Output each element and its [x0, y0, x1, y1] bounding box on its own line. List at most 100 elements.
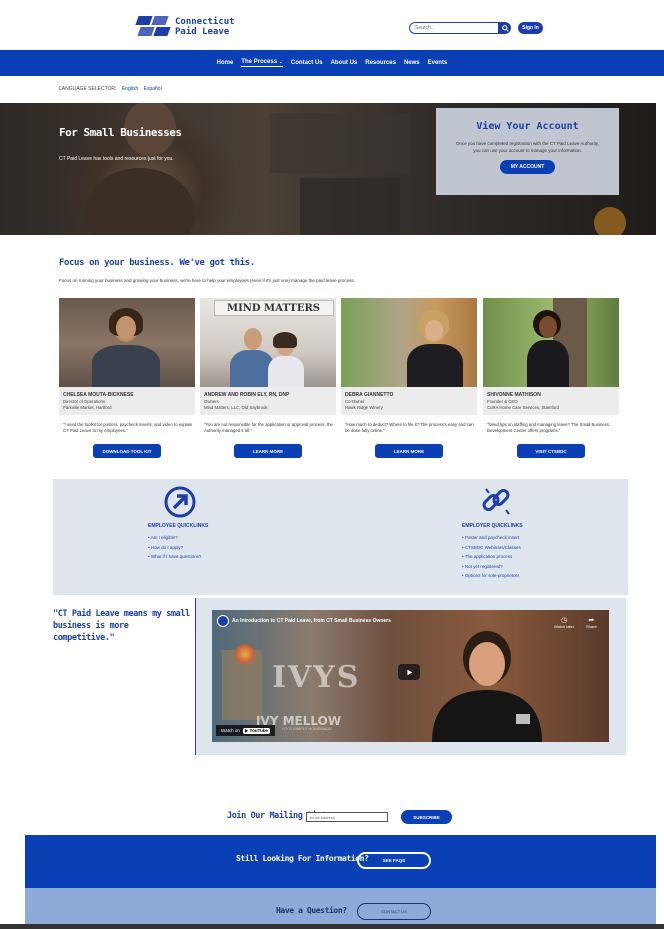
profile-photo	[341, 298, 477, 389]
watch-later-control[interactable]: ◷ Watch later	[554, 616, 574, 629]
profile-name: SHIVONNE MATHISON	[487, 392, 541, 398]
mind-matters-sign: MIND MATTERS	[214, 300, 334, 316]
share-icon: ➦	[588, 617, 595, 624]
nav-contact-us[interactable]: Contact Us	[291, 60, 323, 66]
profile-photo	[483, 298, 619, 389]
search-icon	[501, 24, 509, 32]
bottom-edge	[0, 924, 664, 929]
employee-quicklinks-list: Am I eligible? How do I apply? What if I…	[148, 533, 202, 562]
nav-resources[interactable]: Resources	[365, 60, 396, 66]
profile-card: SHIVONNE MATHISON Founder & CEO CuRA Hom…	[483, 298, 619, 461]
mind-matters-sign-text: MIND MATTERS	[227, 303, 321, 314]
subscribe-button[interactable]: SUBSCRIBE	[401, 810, 452, 824]
site-logo[interactable]: Connecticut Paid Leave	[135, 14, 235, 40]
watch-on-youtube-link[interactable]: Watch on ▶ YouTube	[216, 725, 276, 736]
video-flowers	[234, 644, 256, 664]
profile-quote: "I used the toolkit for posters, paychec…	[63, 422, 193, 433]
nav-the-process-label: The Process	[241, 59, 278, 65]
nav-events[interactable]: Events	[428, 60, 448, 66]
quicklink-am-i-eligible[interactable]: Am I eligible?	[148, 533, 201, 543]
profile-role: Director of Operations	[63, 399, 106, 404]
quicklink-application-process[interactable]: The application process	[462, 552, 521, 562]
contact-banner-text: Have a Question?	[276, 906, 347, 915]
watch-later-label: Watch later	[554, 624, 575, 629]
main-nav: Home The Process ⌄ Contact Us About Us R…	[0, 50, 664, 76]
nav-news[interactable]: News	[404, 60, 420, 66]
search-button[interactable]	[499, 22, 511, 34]
profile-name: DEBRA GIANNETTO	[345, 392, 394, 398]
quicklink-sole-proprietors[interactable]: Options for sole-proprietors	[462, 571, 521, 581]
profile-card: CHELSEA MOUTA-BICKNESE Director of Opera…	[59, 298, 195, 461]
hero-banner: For Small Businesses CT Paid Leave has t…	[0, 103, 656, 235]
learn-more-button[interactable]: LEARN MORE	[234, 444, 302, 458]
channel-avatar[interactable]	[217, 615, 229, 627]
account-description: Once you have completed registration wit…	[455, 141, 600, 153]
logo-text: Connecticut Paid Leave	[175, 17, 235, 37]
profile-card: MIND MATTERS ANDREW AND ROBIN ELY, RN, D…	[200, 298, 336, 461]
contact-us-button[interactable]: CONTACT US	[357, 903, 431, 920]
youtube-label: YouTube	[249, 727, 269, 733]
link-chain-icon	[482, 488, 510, 515]
language-spanish-link[interactable]: Español	[144, 86, 162, 92]
search-input[interactable]	[409, 22, 499, 34]
nav-the-process[interactable]: The Process ⌄	[241, 59, 283, 67]
profile-name: ANDREW AND ROBIN ELY, RN, DNP	[204, 392, 290, 398]
quicklink-poster-insert[interactable]: Poster and paycheck insert	[462, 533, 521, 543]
profile-role: Co-Owner	[345, 399, 365, 404]
profile-photo	[59, 298, 195, 389]
employer-quicklinks-title: EMPLOYER QUICKLINKS	[462, 523, 523, 529]
hero-title: For Small Businesses	[59, 126, 182, 139]
profile-quote: "How much to deduct? Where to file it? T…	[345, 422, 474, 433]
hero-subtitle: CT Paid Leave has tools and resources ju…	[59, 156, 174, 162]
quicklink-questions[interactable]: What if I have questions?	[148, 552, 202, 562]
logo-line-1: Connecticut	[175, 17, 235, 27]
faq-banner-text: Still Looking For Information?	[236, 854, 369, 863]
account-title: View Your Account	[476, 121, 579, 132]
testimonial-quote: "CT Paid Leave means my small business i…	[53, 609, 190, 643]
focus-description: Focus on running your business and growi…	[59, 278, 355, 283]
profile-org: CuRA Home Care Services, Stamford	[487, 405, 559, 410]
employee-quicklinks-title: EMPLOYEE QUICKLINKS	[148, 523, 209, 529]
email-field[interactable]	[306, 812, 388, 822]
quicklink-not-registered[interactable]: Not yet registered?	[462, 562, 521, 572]
clock-icon: ◷	[560, 617, 568, 624]
my-account-button[interactable]: MY ACCOUNT	[500, 160, 555, 174]
play-icon	[406, 669, 412, 675]
youtube-logo-icon: ▶ YouTube	[242, 727, 271, 734]
download-toolkit-button[interactable]: DOWNLOAD TOOL KIT	[93, 444, 161, 458]
video-shop-sign-3: IVY'S SIMPLY HOMEMADE	[282, 726, 332, 731]
video-title[interactable]: An Introduction to CT Paid Leave, from C…	[232, 618, 391, 624]
nav-about-us[interactable]: About Us	[331, 60, 358, 66]
share-control[interactable]: ➦ Share	[586, 616, 597, 629]
quicklink-how-do-i-apply[interactable]: How do I apply?	[148, 543, 201, 553]
nav-home[interactable]: Home	[217, 60, 234, 66]
focus-heading: Focus on your business. We've got this.	[59, 258, 255, 268]
profile-role: Founder & CEO	[487, 399, 518, 404]
language-label: LANGUAGE SELECTOR:	[59, 86, 117, 92]
visit-ctsbdc-button[interactable]: VISIT CTSBDC	[517, 444, 585, 458]
faq-banner: Still Looking For Information? SEE FAQS	[25, 835, 656, 888]
arrow-up-right-icon	[164, 486, 196, 518]
search-bar: Sign In	[409, 22, 543, 34]
quicklinks-panel: EMPLOYEE QUICKLINKS Am I eligible? How d…	[53, 479, 628, 595]
profile-card: DEBRA GIANNETTO Co-Owner Hawk Ridge Wine…	[341, 298, 477, 461]
profile-photo: MIND MATTERS	[200, 298, 336, 389]
profile-org: Hawk Ridge Winery	[345, 405, 383, 410]
learn-more-button[interactable]: LEARN MORE	[375, 444, 443, 458]
share-label: Share	[586, 624, 597, 629]
see-faqs-button[interactable]: SEE FAQS	[357, 852, 431, 869]
watch-on-label: Watch on	[221, 728, 240, 733]
play-button[interactable]	[398, 664, 420, 680]
video-player[interactable]: IVYS IVY MELLOW IVY'S SIMPLY HOMEMADE An…	[212, 610, 609, 742]
video-panel: IVYS IVY MELLOW IVY'S SIMPLY HOMEMADE An…	[195, 598, 626, 755]
profile-org: Mind Matters, LLC, Old Saybrook	[204, 405, 268, 410]
profile-quote: "You are not responsible for the applica…	[204, 422, 333, 433]
sign-in-button[interactable]: Sign In	[518, 22, 543, 34]
profile-org: Parkville Market, Hartford	[63, 405, 112, 410]
language-english-link[interactable]: English	[122, 86, 138, 92]
profile-role: Owners	[204, 399, 219, 404]
quicklink-ctsbdc-webinars[interactable]: CTSBDC Webinars/Classes	[462, 543, 521, 553]
video-woman	[432, 631, 542, 742]
site-header: Connecticut Paid Leave Sign In	[0, 0, 664, 50]
contact-banner: Have a Question? CONTACT US	[25, 888, 656, 929]
